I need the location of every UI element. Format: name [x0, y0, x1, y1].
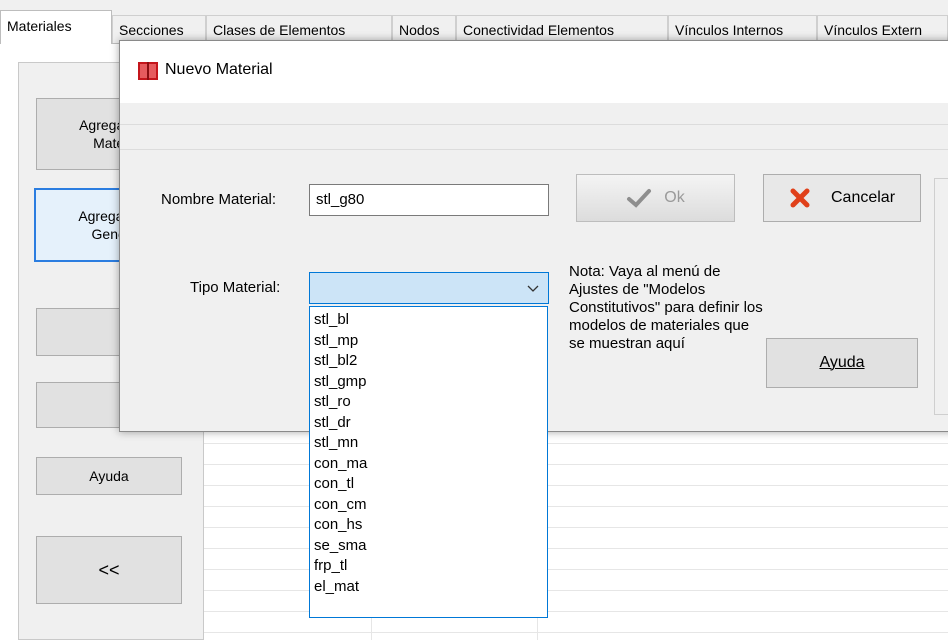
dialog-title: Nuevo Material — [165, 61, 273, 78]
note-text: Nota: Vaya al menú de Ajustes de "Modelo… — [569, 263, 763, 352]
options-frame — [934, 178, 948, 415]
red-x-icon — [790, 188, 810, 208]
dialog-help-button[interactable]: Ayuda — [766, 338, 918, 388]
dialog-help-label: Ayuda — [819, 354, 865, 371]
tab-materiales[interactable]: Materiales — [0, 10, 112, 44]
material-type-option[interactable]: con_ma — [310, 454, 547, 475]
book-icon — [138, 62, 158, 80]
ok-button[interactable]: Ok — [576, 174, 735, 222]
material-type-dropdown: stl_bl stl_mp stl_bl2 stl_gmp stl_ro stl… — [309, 306, 548, 618]
material-type-option[interactable]: stl_mp — [310, 331, 547, 352]
collapse-button[interactable]: << — [36, 536, 182, 604]
material-type-option[interactable]: stl_dr — [310, 413, 547, 434]
material-type-option[interactable]: stl_mn — [310, 433, 547, 454]
material-type-option[interactable]: con_cm — [310, 495, 547, 516]
material-type-combobox[interactable] — [309, 272, 549, 304]
divider — [120, 124, 948, 125]
divider — [120, 149, 948, 150]
tab-secciones[interactable]: Secciones — [112, 15, 206, 43]
material-type-option[interactable]: stl_bl — [310, 310, 547, 331]
help-button[interactable]: Ayuda — [36, 457, 182, 495]
tab-nodos[interactable]: Nodos — [392, 15, 456, 43]
tab-strip: Materiales Secciones Clases de Elementos… — [0, 0, 948, 44]
tab-conectividad-elementos[interactable]: Conectividad Elementos — [456, 15, 668, 43]
material-type-label: Tipo Material: — [190, 279, 281, 296]
table-row-divider — [204, 632, 948, 633]
tab-clases-de-elementos[interactable]: Clases de Elementos — [206, 15, 392, 43]
tab-vinculos-internos[interactable]: Vínculos Internos — [668, 15, 817, 43]
material-type-option[interactable]: stl_bl2 — [310, 351, 547, 372]
material-type-option[interactable]: el_mat — [310, 577, 547, 598]
material-type-option[interactable]: con_hs — [310, 515, 547, 536]
chevron-down-icon — [527, 285, 539, 292]
material-type-option[interactable]: stl_ro — [310, 392, 547, 413]
material-type-option[interactable]: se_sma — [310, 536, 547, 557]
material-type-option[interactable]: frp_tl — [310, 556, 547, 577]
material-name-input[interactable]: stl_g80 — [309, 184, 549, 216]
cancel-button[interactable]: Cancelar — [763, 174, 921, 222]
material-type-option[interactable]: con_tl — [310, 474, 547, 495]
checkmark-icon — [627, 189, 652, 208]
material-type-option[interactable]: stl_gmp — [310, 372, 547, 393]
material-name-label: Nombre Material: — [161, 191, 277, 208]
cancel-label: Cancelar — [830, 189, 896, 206]
tab-vinculos-externos[interactable]: Vínculos Extern — [817, 15, 948, 43]
ok-label: Ok — [664, 189, 685, 206]
dialog-titlebar[interactable]: Nuevo Material — [120, 41, 948, 103]
